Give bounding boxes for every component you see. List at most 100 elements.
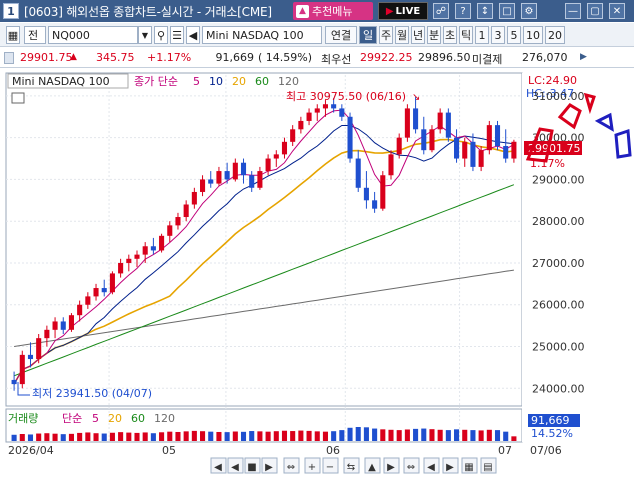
candle-body: [183, 204, 189, 218]
period-button-8[interactable]: 3: [491, 26, 505, 44]
open-interest-value: 276,070: [522, 51, 568, 64]
volume-bar: [494, 430, 501, 441]
candle-body: [19, 354, 25, 385]
candle-body: [281, 141, 288, 155]
step-forward-icon[interactable]: ▶: [446, 462, 454, 473]
period-button-11[interactable]: 20: [545, 26, 565, 44]
legend-ma-period: 20: [232, 75, 246, 88]
period-button-0[interactable]: 일: [359, 26, 377, 44]
range-icon[interactable]: ⇔: [407, 462, 415, 473]
lc-label: LC:24.90: [528, 74, 577, 87]
volume-bar: [240, 431, 247, 441]
legend-toggle-icon[interactable]: [11, 92, 25, 104]
volume-bar: [445, 430, 451, 441]
volume-bar: [314, 431, 320, 441]
title-bar: 1 [0603] 해외선옵 종합차트-실시간 - 거래소[CME] ▲ 추천메뉴…: [0, 0, 634, 22]
volume-bar: [363, 427, 369, 441]
grid-menu-icon[interactable]: ▦: [6, 26, 20, 44]
collapse-icon[interactable]: [4, 52, 14, 64]
volume-bar: [298, 430, 304, 441]
stop-icon[interactable]: ■: [247, 462, 256, 473]
up-icon[interactable]: ▲: [368, 462, 376, 473]
period-button-9[interactable]: 5: [507, 26, 521, 44]
period-button-3[interactable]: 년: [411, 26, 425, 44]
volume-bar: [85, 432, 91, 441]
candle-body: [486, 125, 492, 151]
pin-icon[interactable]: ↕: [477, 3, 493, 19]
scroll-left-icon[interactable]: ◀: [214, 462, 222, 473]
period-button-4[interactable]: 분: [427, 26, 441, 44]
open-interest-label: 미결제: [472, 53, 503, 66]
fit-icon[interactable]: ⇔: [287, 462, 295, 473]
prev-icon[interactable]: ◀: [186, 26, 200, 44]
link-button[interactable]: 연결: [325, 26, 357, 44]
list-icon[interactable]: ☰: [170, 26, 184, 44]
swap-icon[interactable]: ⇆: [347, 462, 355, 473]
volume-bar: [478, 430, 484, 441]
volume-bar: [200, 431, 206, 441]
candle-body: [118, 262, 124, 274]
low-annotation: 최저 23941.50 (04/07): [32, 387, 152, 400]
volume-bar: [150, 433, 156, 441]
maximize-icon[interactable]: ▢: [587, 3, 603, 19]
recommend-menu-label: 추천메뉴: [312, 5, 353, 18]
minimize-icon[interactable]: —: [565, 3, 581, 19]
legend-ma-period: 60: [255, 75, 269, 88]
volume-bar: [429, 429, 435, 441]
candle-body: [331, 104, 337, 109]
forward-icon[interactable]: ▶: [387, 462, 395, 473]
grid-icon[interactable]: ▦: [464, 462, 473, 473]
candle-body: [494, 125, 501, 147]
scroll-right-icon[interactable]: ▶: [580, 52, 587, 62]
settings-icon[interactable]: ⚙: [521, 3, 537, 19]
candle-body: [191, 191, 197, 205]
volume-ratio: ( 14.59%): [258, 51, 313, 64]
period-button-1[interactable]: 주: [379, 26, 393, 44]
play-icon: ▶: [385, 5, 394, 17]
help-icon[interactable]: ?: [455, 3, 471, 19]
period-button-7[interactable]: 1: [475, 26, 489, 44]
volume-bar: [347, 427, 353, 441]
price-tick-label: 25000.00: [532, 341, 585, 354]
volume-bar: [27, 434, 34, 441]
period-button-6[interactable]: 틱: [459, 26, 473, 44]
zoom-out-icon[interactable]: −: [326, 462, 334, 473]
period-button-10[interactable]: 10: [523, 26, 543, 44]
close-icon[interactable]: ✕: [609, 3, 625, 19]
candle-body: [60, 321, 66, 330]
candle-body: [445, 112, 451, 138]
period-button-5[interactable]: 초: [443, 26, 457, 44]
volume-bar: [380, 429, 386, 441]
volume-bar: [249, 431, 255, 441]
volume-bar: [511, 436, 517, 441]
connect-icon[interactable]: ☍: [433, 3, 449, 19]
candle-body: [437, 112, 443, 130]
table-icon[interactable]: ▤: [483, 462, 492, 473]
recommend-menu-button[interactable]: ▲ 추천메뉴: [293, 2, 373, 20]
candle-body: [314, 108, 320, 113]
x-axis-label: 07/06: [530, 444, 562, 457]
zoom-in-icon[interactable]: +: [308, 462, 316, 473]
step-back-icon[interactable]: ◀: [427, 462, 435, 473]
search-icon[interactable]: ⚲: [154, 26, 168, 44]
candle-body: [134, 254, 140, 259]
live-button[interactable]: ▶ LIVE: [378, 2, 428, 20]
period-button-2[interactable]: 월: [395, 26, 409, 44]
candle-body: [257, 171, 263, 188]
volume-bar: [208, 431, 214, 441]
play-icon[interactable]: ▶: [265, 462, 273, 473]
prefix-selector[interactable]: 전: [24, 26, 46, 44]
play-back-icon[interactable]: ◀: [231, 462, 239, 473]
volume-bar: [134, 432, 140, 441]
symbol-code-input[interactable]: NQ000: [48, 26, 138, 44]
volume-bar: [167, 431, 173, 441]
candle-body: [36, 338, 42, 360]
volume-bar: [101, 433, 107, 441]
symbol-dropdown-icon[interactable]: ▼: [138, 26, 152, 44]
volume-bar: [355, 427, 361, 441]
volume-bar: [281, 430, 288, 441]
price-chart[interactable]: Mini NASDAQ 100 종가 단순 5 10 20 60 120 최고 3097…: [0, 69, 634, 478]
price-tick-label: 31000.00: [532, 90, 585, 103]
restore-icon[interactable]: □: [499, 3, 515, 19]
volume-bar: [126, 432, 132, 441]
